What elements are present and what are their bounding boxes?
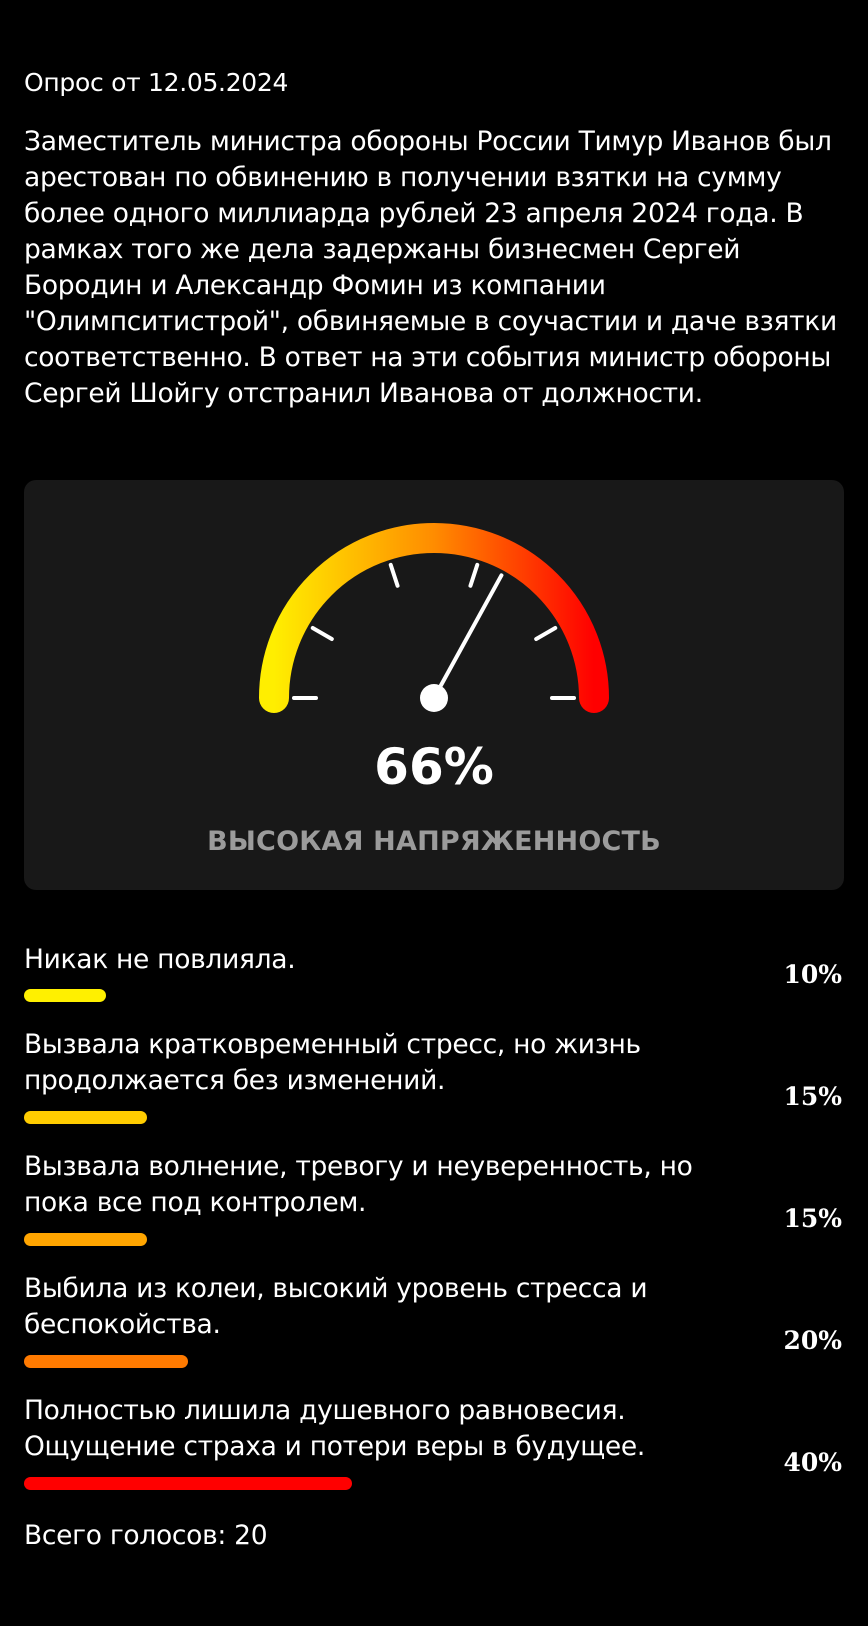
- poll-option-bar: [24, 1111, 147, 1124]
- tension-gauge-card: 66% ВЫСОКАЯ НАПРЯЖЕННОСТЬ: [24, 480, 844, 890]
- poll-option-percent: 40%: [783, 1448, 842, 1477]
- poll-option-label: Вызвала волнение, тревогу и неуверенност…: [24, 1151, 693, 1218]
- gauge-arc: [259, 523, 609, 713]
- poll-option-percent: 10%: [783, 960, 842, 989]
- gauge-tick: [388, 562, 400, 588]
- poll-option-percent: 20%: [783, 1326, 842, 1355]
- gauge-percent: 66%: [374, 738, 494, 796]
- poll-option-bar: [24, 989, 106, 1002]
- gauge-tick: [310, 626, 334, 641]
- poll-option-label: Полностью лишила душевного равновесия. О…: [24, 1395, 645, 1462]
- poll-option-bar: [24, 1233, 147, 1246]
- poll-option-bar: [24, 1477, 352, 1490]
- poll-option-label: Выбила из колеи, высокий уровень стресса…: [24, 1273, 648, 1340]
- total-votes: Всего голосов: 20: [24, 1520, 268, 1551]
- poll-option-bar: [24, 1355, 188, 1368]
- gauge-needle-hub: [420, 684, 448, 712]
- survey-description: Заместитель министра обороны России Тиму…: [24, 126, 837, 409]
- poll-option-label: Никак не повлияла.: [24, 944, 296, 975]
- poll-option-percent: 15%: [783, 1082, 842, 1111]
- poll-option-label: Вызвала кратковременный стресс, но жизнь…: [24, 1029, 641, 1096]
- gauge-needle: [432, 573, 504, 700]
- gauge-tick: [468, 562, 480, 588]
- survey-date: Опрос от 12.05.2024: [24, 68, 289, 97]
- tension-gauge: [259, 523, 609, 713]
- gauge-level-label: ВЫСОКАЯ НАПРЯЖЕННОСТЬ: [207, 826, 661, 857]
- gauge-tick: [534, 626, 558, 641]
- poll-option-percent: 15%: [783, 1204, 842, 1233]
